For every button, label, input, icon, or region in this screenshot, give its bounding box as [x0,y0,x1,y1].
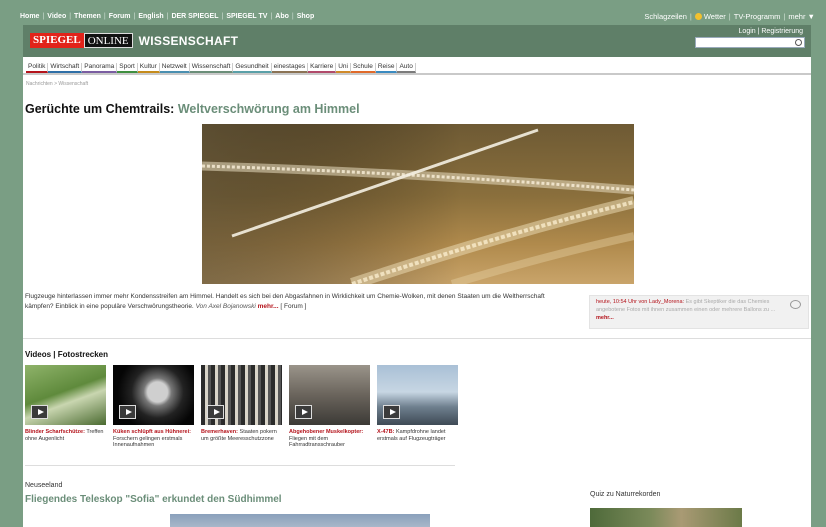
top-left-links: Home | Video | Themen | Forum | English | DER… [20,12,315,20]
search-icon[interactable] [795,39,802,46]
logo-online: ONLINE [83,33,133,48]
video-title[interactable]: Abgehobener Muskelkopter: [289,429,363,435]
top-link-home[interactable]: Home [20,13,39,20]
forum-link[interactable]: [ Forum ] [280,303,306,310]
top-link-themen[interactable]: Themen [74,13,101,20]
speech-bubble-icon[interactable] [790,300,801,309]
forum-comment-box: heute, 10:54 Uhr von Lady_Morena: Es gib… [589,295,809,329]
top-link-tv-programm[interactable]: TV-Programm [734,12,781,21]
video-title[interactable]: Bremerhaven: [201,429,238,435]
nav-item-panorama[interactable]: Panorama [82,63,118,73]
nav-item-uni[interactable]: Uni [336,63,351,73]
nav-item-karriere[interactable]: Karriere [308,63,337,73]
nav-item-gesundheit[interactable]: Gesundheit [233,63,272,73]
site-logo[interactable]: SPIEGEL ONLINE WISSENSCHAFT [30,33,238,48]
video-thumbnail[interactable] [377,365,458,425]
nav-item-einestages[interactable]: einestages [271,63,309,73]
video-item[interactable]: Blinder Scharfschütze: Treffen ohne Auge… [25,365,106,449]
section-divider [23,338,811,339]
article-author: Von Axel Bojanowski [195,303,256,310]
article-teaser: Flugzeuge hinterlassen immer mehr Konden… [25,292,565,312]
hero-image[interactable] [202,124,634,284]
video-thumbnail[interactable] [289,365,370,425]
weather-link[interactable]: Wetter [694,11,726,21]
top-link-shop[interactable]: Shop [297,13,315,20]
video-thumbnail[interactable] [201,365,282,425]
video-item[interactable]: X-47B: Kampfdrohne landet erstmals auf F… [377,365,458,449]
quiz-title[interactable]: Quiz zu Naturrekorden [590,491,660,498]
top-link-schlagzeilen[interactable]: Schlagzeilen [644,12,687,21]
top-utility-bar: Home | Video | Themen | Forum | English | DER… [20,8,815,24]
comment-meta[interactable]: heute, 10:54 Uhr von Lady_Morena: [596,299,684,305]
nav-item-politik[interactable]: Politik [26,63,49,73]
nav-item-netzwelt[interactable]: Netzwelt [159,63,190,73]
site-header: SPIEGEL ONLINE WISSENSCHAFT Login | Regi… [23,25,811,57]
login-link[interactable]: Login | Registrierung [739,28,803,35]
nav-item-kultur[interactable]: Kultur [137,63,160,73]
sun-icon [694,13,702,21]
top-link-abo[interactable]: Abo [275,13,289,20]
video-thumbnail[interactable] [113,365,194,425]
quiz-image[interactable] [590,508,742,527]
play-icon[interactable] [119,405,136,419]
article-headline[interactable]: Gerüchte um Chemtrails: Weltverschwörung… [25,102,360,116]
nav-item-sport[interactable]: Sport [117,63,138,73]
logo-spiegel: SPIEGEL [30,33,84,48]
comment-more-link[interactable]: mehr... [596,315,614,321]
story-kicker: Neuseeland [25,482,63,489]
top-right-links: Schlagzeilen | Wetter | TV-Programm | mehr … [644,11,815,21]
nav-item-schule[interactable]: Schule [350,63,376,73]
more-link[interactable]: mehr... [258,303,279,310]
video-item[interactable]: Küken schlüpft aus Hühnerei: Forschern g… [113,365,194,449]
nav-item-reise[interactable]: Reise [375,63,398,73]
top-link-spiegel-tv[interactable]: SPIEGEL TV [226,13,267,20]
video-title[interactable]: Küken schlüpft aus Hühnerei: [113,429,191,435]
headline-title: Weltverschwörung am Himmel [177,102,360,116]
top-link-mehr[interactable]: mehr ▼ [788,12,815,21]
video-title[interactable]: Blinder Scharfschütze: [25,429,85,435]
section-title: WISSENSCHAFT [138,33,239,48]
story-image[interactable] [170,514,430,527]
play-icon[interactable] [31,405,48,419]
top-link-der-spiegel[interactable]: DER SPIEGEL [171,13,218,20]
video-strip: Blinder Scharfschütze: Treffen ohne Auge… [25,365,458,449]
top-link-video[interactable]: Video [47,13,66,20]
play-icon[interactable] [383,405,400,419]
nav-item-wirtschaft[interactable]: Wirtschaft [48,63,83,73]
search-input[interactable] [695,37,805,48]
headline-prefix: Gerüchte um Chemtrails: [25,102,175,116]
video-thumbnail[interactable] [25,365,106,425]
page-content: SPIEGEL ONLINE WISSENSCHAFT Login | Regi… [23,25,811,527]
nav-item-wissenschaft[interactable]: Wissenschaft [189,63,234,73]
video-text: Fliegen mit dem Fahrradtransschrauber [289,435,345,449]
story-title[interactable]: Fliegendes Teleskop "Sofia" erkundet den… [25,494,282,505]
nav-divider [23,73,811,75]
top-link-forum[interactable]: Forum [109,13,131,20]
video-title[interactable]: X-47B: [377,429,394,435]
top-link-english[interactable]: English [138,13,163,20]
video-item[interactable]: Bremerhaven: Staaten pokern um größte Me… [201,365,282,449]
breadcrumb[interactable]: Nachrichten > Wissenschaft [26,81,88,87]
section-nav: Politik Wirtschaft Panorama Sport Kultur… [26,63,416,73]
video-item[interactable]: Abgehobener Muskelkopter: Fliegen mit de… [289,365,370,449]
video-text: Forschern gelingen erstmals Innenaufnahm… [113,435,183,449]
top-link-wetter: Wetter [703,11,726,21]
play-icon[interactable] [295,405,312,419]
videos-heading[interactable]: Videos | Fotostrecken [25,350,108,359]
nav-item-auto[interactable]: Auto [397,63,416,73]
video-divider [25,465,455,466]
play-icon[interactable] [207,405,224,419]
